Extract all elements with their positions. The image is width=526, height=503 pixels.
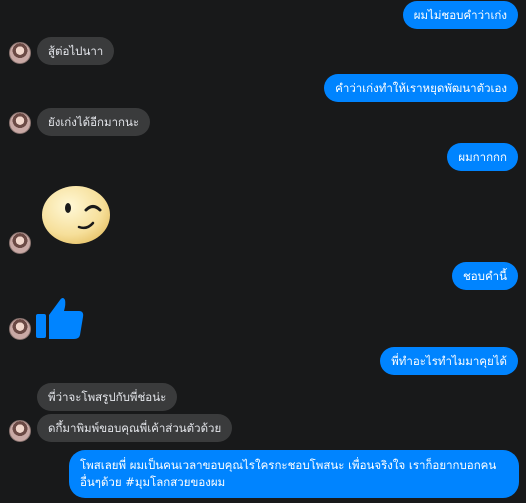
avatar[interactable] (9, 42, 31, 64)
thumbs-up-icon[interactable] (36, 296, 84, 340)
incoming-message[interactable]: ดกึ้มาพิมพ์ขอบคุณพี่เค้าส่วนตัวด้วย (37, 414, 233, 442)
outgoing-message[interactable]: โพสเลยพี่ ผมเป็นคนเวลาขอบคุณไรใครกะชอบโพ… (69, 450, 519, 498)
incoming-message[interactable]: ยังเก่งได้อีกมากนะ (37, 108, 151, 136)
winking-face-sticker-icon[interactable] (41, 185, 111, 245)
avatar[interactable] (9, 318, 31, 340)
outgoing-message[interactable]: ผมกากกก (447, 143, 518, 171)
incoming-message[interactable]: พี่ว่าจะโพสรูปกับพี่ช่อน่ะ (37, 383, 178, 411)
outgoing-message[interactable]: ผมไม่ชอบคำว่าเก่ง (402, 1, 518, 29)
outgoing-message[interactable]: คำว่าเก่งทำให้เราหยุดพัฒนาตัวเอง (324, 74, 518, 102)
avatar[interactable] (9, 420, 31, 442)
outgoing-message[interactable]: พี่ทำอะไรทำไมมาคุยได้ (380, 347, 518, 375)
avatar[interactable] (9, 232, 31, 254)
incoming-message[interactable]: สู้ต่อไปนาา (37, 37, 115, 65)
outgoing-message[interactable]: ชอบคำนี้ (451, 262, 518, 290)
message-thread: ผมไม่ชอบคำว่าเก่ง สู้ต่อไปนาา คำว่าเก่งท… (0, 0, 526, 503)
avatar[interactable] (9, 112, 31, 134)
